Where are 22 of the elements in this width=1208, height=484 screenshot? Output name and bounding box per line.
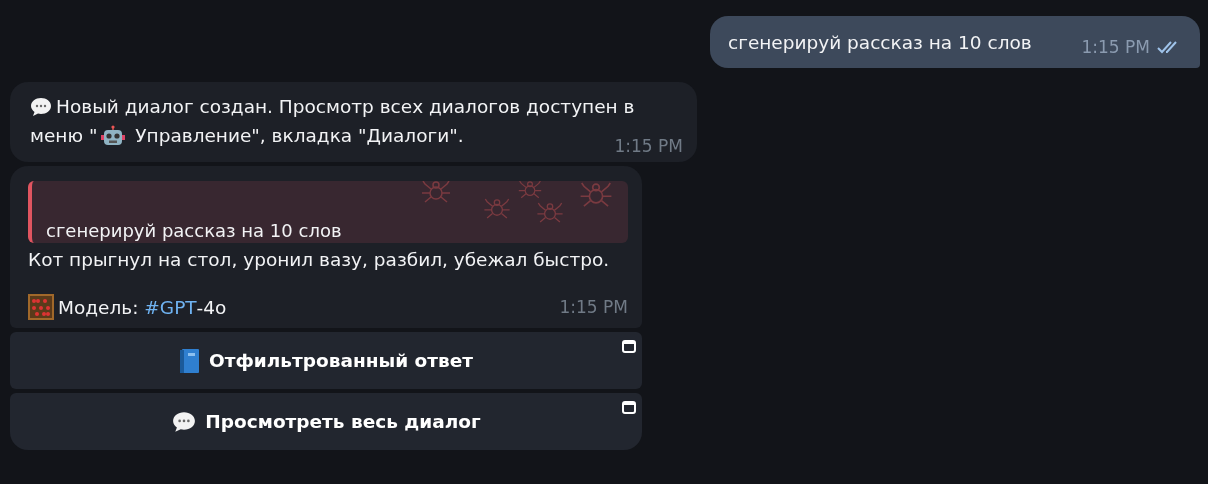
message-time: 1:15 PM — [1081, 37, 1150, 57]
robot-icon — [101, 124, 126, 147]
quote-text: сгенерируй рассказ на 10 слов — [45, 220, 342, 243]
book-icon — [179, 347, 201, 374]
model-suffix: -4o — [196, 296, 227, 318]
abacus-icon — [28, 294, 54, 320]
window-icon — [622, 401, 636, 414]
inline-button[interactable]: Отфильтрованный ответ — [10, 332, 642, 389]
message-time: 1:15 PM — [559, 297, 628, 317]
speech-bubble-icon — [171, 409, 198, 434]
model-label: Модель: — [58, 296, 140, 318]
message-text: сгенерируй рассказ на 10 слов — [728, 31, 1033, 53]
message-text: Новый диалог создан. Просмотр всех диалогов доступен в — [56, 95, 635, 119]
message-text: Управление", вкладка "Диалоги". — [134, 124, 464, 148]
window-icon — [622, 340, 636, 353]
message-text: Кот прыгнул на стол, уронил вазу, разбил, убежал быстро. — [28, 249, 611, 270]
quoted-message[interactable]: сгенерируй рассказ на 10 слов — [28, 181, 628, 243]
message-text: меню " — [30, 124, 98, 148]
speech-bubble-icon — [30, 95, 52, 118]
inline-button[interactable]: Просмотреть весь диалог — [10, 393, 642, 450]
message-time: 1:15 PM — [614, 136, 683, 156]
hashtag-link[interactable]: #GPT — [144, 296, 197, 318]
